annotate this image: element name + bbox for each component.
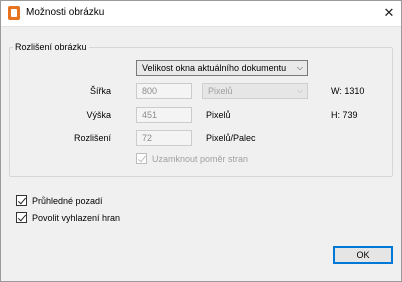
height-label: Výška: [86, 110, 111, 120]
ok-button[interactable]: OK: [333, 246, 393, 264]
size-preset-value: Velikost okna aktuálního dokumentu: [142, 63, 287, 73]
close-button[interactable]: ✕: [379, 4, 399, 22]
chevron-down-icon: ⌵: [296, 63, 303, 72]
width-label: Šířka: [89, 86, 111, 96]
antialias-label: Povolit vyhlazení hran: [32, 212, 121, 223]
lock-ratio-label: Uzamknout poměr stran: [152, 153, 249, 164]
image-options-dialog: Možnosti obrázku ✕ Rozlišení obrázku Vel…: [0, 0, 402, 282]
transparent-bg-checkbox[interactable]: Průhledné pozadí: [16, 195, 103, 206]
chevron-down-icon: ⌵: [296, 86, 303, 95]
lock-ratio-checkbox-box[interactable]: [136, 153, 147, 164]
title-bar: Možnosti obrázku ✕: [1, 1, 401, 27]
resolution-group-legend: Rozlišení obrázku: [13, 42, 89, 52]
original-width-info: W: 1310: [331, 86, 365, 96]
height-unit: Pixelů: [206, 110, 231, 120]
antialias-checkbox-box[interactable]: [16, 212, 27, 223]
resolution-unit: Pixelů/Palec: [206, 133, 256, 143]
resolution-input[interactable]: 72: [136, 130, 192, 146]
resolution-label: Rozlišení: [73, 133, 111, 143]
transparent-bg-checkbox-box[interactable]: [16, 195, 27, 206]
unit-dropdown-value: Pixelů: [208, 86, 233, 96]
app-icon: [8, 6, 20, 20]
unit-dropdown[interactable]: Pixelů ⌵: [202, 83, 308, 99]
original-height-info: H: 739: [331, 110, 358, 120]
size-preset-dropdown[interactable]: Velikost okna aktuálního dokumentu ⌵: [136, 60, 308, 76]
height-input[interactable]: 451: [136, 107, 192, 123]
antialias-checkbox[interactable]: Povolit vyhlazení hran: [16, 212, 120, 223]
lock-ratio-checkbox[interactable]: Uzamknout poměr stran: [136, 153, 248, 164]
window-title: Možnosti obrázku: [26, 7, 105, 18]
transparent-bg-label: Průhledné pozadí: [32, 195, 103, 206]
width-input[interactable]: 800: [136, 83, 192, 99]
